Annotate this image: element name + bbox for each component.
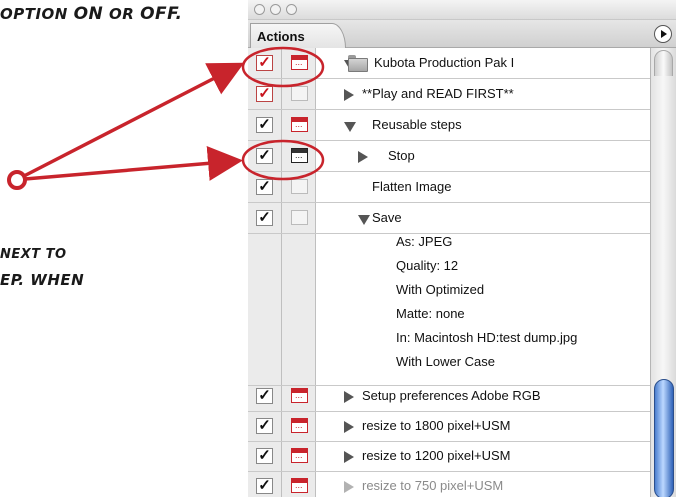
vertical-scrollbar[interactable] bbox=[650, 48, 676, 497]
close-window-icon[interactable] bbox=[254, 4, 265, 15]
collapsed-triangle-icon[interactable] bbox=[344, 451, 354, 463]
collapsed-triangle-icon[interactable] bbox=[344, 391, 354, 403]
action-row[interactable]: ✓ Reusable steps bbox=[248, 110, 650, 141]
dialog-toggle-icon[interactable] bbox=[291, 418, 308, 433]
dialog-toggle-icon[interactable] bbox=[291, 179, 308, 194]
callout-origin-circle bbox=[7, 170, 27, 190]
action-row[interactable]: ✓ Stop bbox=[248, 141, 650, 172]
toggle-checkbox[interactable]: ✓ bbox=[256, 478, 273, 494]
action-row[interactable]: ✓ Setup preferences Adobe RGB bbox=[248, 381, 650, 412]
action-label: Stop bbox=[388, 148, 415, 163]
save-detail-line: As: JPEG bbox=[396, 234, 453, 249]
dialog-toggle-icon[interactable] bbox=[291, 117, 308, 132]
toggle-checkbox[interactable]: ✓ bbox=[256, 388, 273, 404]
scrollbar-thumb[interactable] bbox=[654, 379, 674, 497]
callout-arrow-stop bbox=[24, 145, 243, 181]
collapsed-triangle-icon[interactable] bbox=[344, 481, 354, 493]
callout-arrow-top bbox=[23, 62, 245, 178]
dialog-toggle-icon[interactable] bbox=[291, 210, 308, 225]
dialog-toggle-icon[interactable] bbox=[291, 448, 308, 463]
zoom-window-icon[interactable] bbox=[286, 4, 297, 15]
toggle-checkbox[interactable]: ✓ bbox=[256, 418, 273, 434]
dialog-toggle-icon[interactable] bbox=[291, 86, 308, 101]
annotation-side-text-line1: NEXT TO bbox=[0, 247, 67, 262]
toggle-checkbox[interactable]: ✓ bbox=[256, 117, 273, 133]
collapsed-triangle-icon[interactable] bbox=[358, 151, 368, 163]
save-detail-line: Matte: none bbox=[396, 306, 465, 321]
expanded-triangle-icon[interactable] bbox=[344, 122, 356, 132]
toggle-checkbox[interactable]: ✓ bbox=[256, 179, 273, 195]
save-detail-line: With Optimized bbox=[396, 282, 485, 297]
save-detail-line: With Lower Case bbox=[396, 354, 495, 369]
collapsed-triangle-icon[interactable] bbox=[344, 89, 354, 101]
dialog-toggle-icon[interactable] bbox=[291, 478, 308, 493]
action-label: **Play and READ FIRST** bbox=[362, 86, 514, 101]
action-row[interactable]: ✓ resize to 750 pixel+USM bbox=[248, 471, 650, 497]
dialog-toggle-icon[interactable] bbox=[291, 388, 308, 403]
collapsed-triangle-icon[interactable] bbox=[344, 421, 354, 433]
action-row[interactable]: ✓ **Play and READ FIRST** bbox=[248, 79, 650, 110]
minimize-window-icon[interactable] bbox=[270, 4, 281, 15]
scrollbar-top-cap bbox=[654, 50, 673, 76]
toggle-checkbox[interactable]: ✓ bbox=[256, 148, 273, 164]
toggle-checkbox[interactable]: ✓ bbox=[256, 55, 273, 71]
action-row[interactable]: ✓ Flatten Image bbox=[248, 172, 650, 203]
tab-actions[interactable]: Actions bbox=[250, 23, 346, 48]
actions-panel: Actions ✓ Kubota Production Pak I ✓ **Play … bbox=[248, 0, 676, 497]
action-label: Save bbox=[372, 210, 402, 225]
panel-tab-bar: Actions bbox=[248, 20, 676, 48]
action-label: resize to 750 pixel+USM bbox=[362, 478, 504, 493]
window-titlebar bbox=[248, 0, 676, 20]
folder-icon bbox=[348, 55, 368, 72]
action-label: Setup preferences Adobe RGB bbox=[362, 388, 541, 403]
action-row[interactable]: ✓ resize to 1200 pixel+USM bbox=[248, 441, 650, 472]
action-label: resize to 1200 pixel+USM bbox=[362, 448, 511, 463]
action-label: Kubota Production Pak I bbox=[374, 55, 515, 70]
dialog-toggle-icon[interactable] bbox=[291, 55, 308, 70]
save-detail-line: Quality: 12 bbox=[396, 258, 459, 273]
toggle-checkbox[interactable]: ✓ bbox=[256, 210, 273, 226]
annotation-side-text-line2: EP. WHEN bbox=[0, 271, 85, 289]
save-detail-line: In: Macintosh HD:test dump.jpg bbox=[396, 330, 578, 345]
expanded-triangle-icon[interactable] bbox=[358, 215, 370, 225]
panel-menu-icon[interactable] bbox=[654, 25, 672, 43]
dialog-toggle-icon[interactable] bbox=[291, 148, 308, 163]
action-row[interactable]: ✓ Kubota Production Pak I bbox=[248, 48, 650, 79]
toggle-checkbox[interactable]: ✓ bbox=[256, 86, 273, 102]
annotation-top-text: OPTION ON OR OFF. bbox=[0, 4, 183, 24]
action-label: resize to 1800 pixel+USM bbox=[362, 418, 511, 433]
action-label: Flatten Image bbox=[372, 179, 452, 194]
action-row[interactable]: ✓ resize to 1800 pixel+USM bbox=[248, 411, 650, 442]
toggle-checkbox[interactable]: ✓ bbox=[256, 448, 273, 464]
action-label: Reusable steps bbox=[372, 117, 462, 132]
